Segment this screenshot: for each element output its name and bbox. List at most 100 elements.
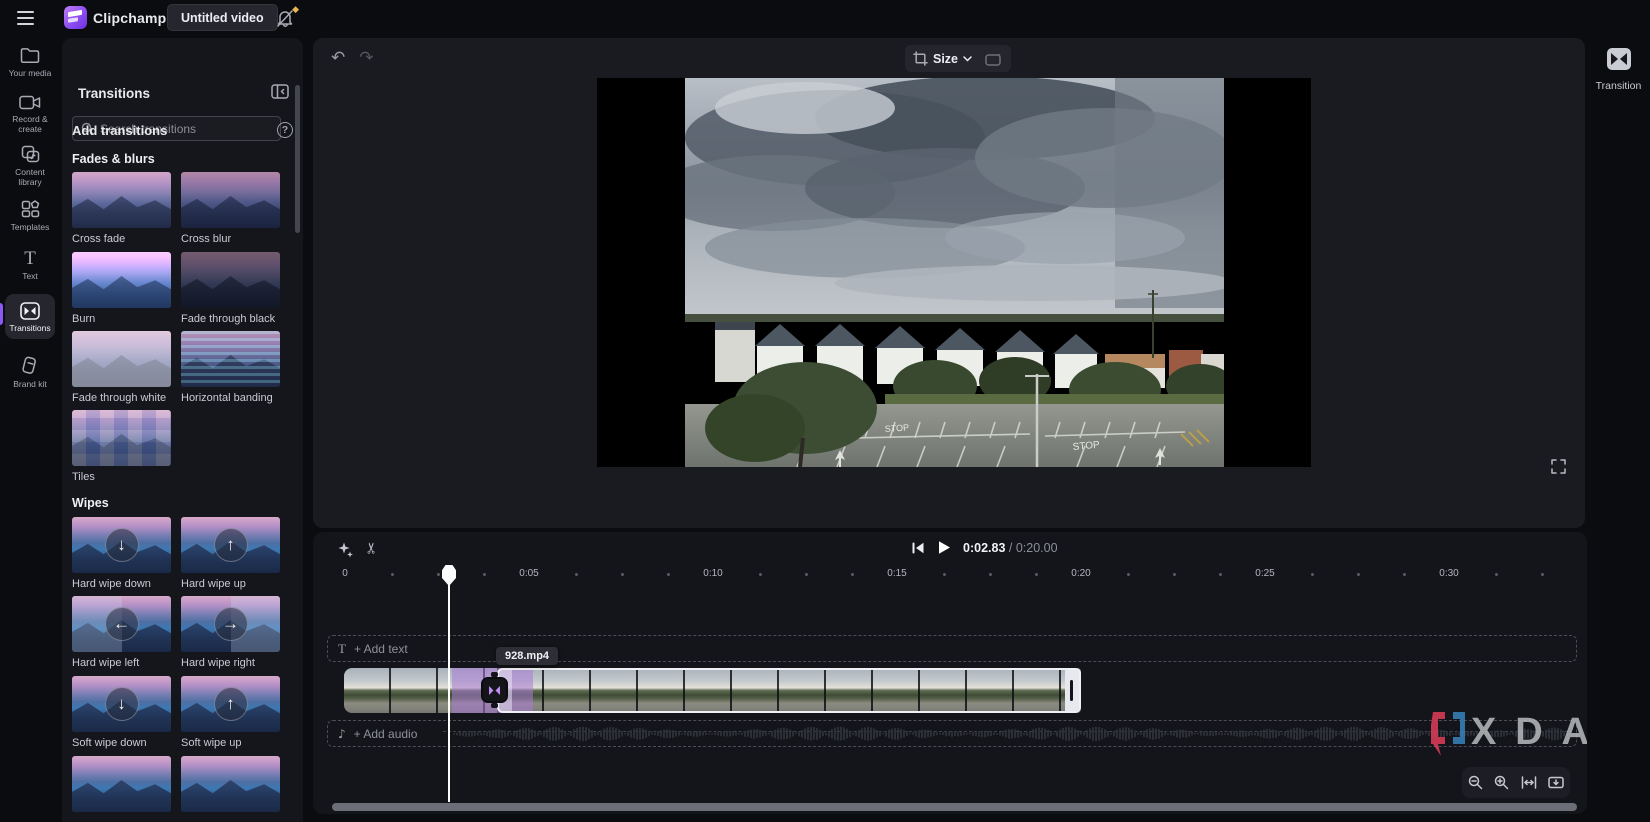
hamburger-menu-icon[interactable] [16, 9, 36, 27]
text-track-icon: T [338, 641, 346, 657]
ruler-tick [989, 573, 992, 576]
fit-timeline-icon[interactable] [1548, 776, 1564, 789]
transition-item-partial[interactable] [72, 756, 171, 812]
transition-item-burn[interactable]: Burn [72, 252, 171, 325]
transition-item-tiles[interactable]: Tiles [72, 410, 171, 483]
transition-label: Hard wipe up [181, 578, 280, 590]
captions-button[interactable] [985, 52, 1003, 66]
transition-item-hard-wipe-left[interactable]: ← Hard wipe left [72, 596, 171, 669]
transition-label: Hard wipe right [181, 657, 280, 669]
transition-item-hard-wipe-down[interactable]: ↓ Hard wipe down [72, 517, 171, 590]
panel-scrollbar[interactable] [295, 85, 300, 233]
wipe-arrow-up-icon: ↑ [214, 687, 248, 721]
ruler-label: 0:25 [1255, 568, 1274, 579]
transition-thumbnail[interactable] [72, 331, 171, 387]
transition-item-soft-wipe-up[interactable]: ↑ Soft wipe up [181, 676, 280, 749]
sidebar-item-brand-kit[interactable]: Brand kit [3, 356, 57, 389]
video-clip-selected[interactable] [497, 668, 1081, 713]
transition-thumbnail-partial[interactable] [72, 756, 171, 812]
ruler-label: 0 [342, 568, 348, 579]
undo-button[interactable]: ↶ [331, 48, 345, 68]
transition-label: Tiles [72, 471, 171, 483]
wipe-arrow-up-icon: ↑ [214, 528, 248, 562]
xda-text: XDA [1471, 711, 1587, 753]
text-icon: T [3, 250, 57, 268]
sidebar-label: Content library [3, 167, 57, 187]
transition-thumbnail[interactable] [72, 410, 171, 466]
timeline-ruler[interactable]: 00:050:100:150:200:250:30 [313, 566, 1587, 584]
sidebar-item-templates[interactable]: Templates [3, 199, 57, 232]
timeline-horizontal-scrollbar[interactable] [332, 803, 1577, 811]
transition-item-fade-through-black[interactable]: Fade through black [181, 252, 280, 325]
transitions-panel: Transitions Add transitions ? Fades & bl… [62, 38, 303, 822]
tab-transition[interactable]: Transition [1587, 48, 1650, 92]
ruler-tick [851, 573, 854, 576]
zoom-out-icon[interactable] [1468, 775, 1483, 790]
skip-to-start-button[interactable] [911, 541, 925, 555]
clip-trim-handle-right[interactable] [1065, 670, 1079, 711]
transition-item-horizontal-banding[interactable]: Horizontal banding [181, 331, 280, 404]
transition-thumbnail[interactable] [72, 172, 171, 228]
notifications-off-icon[interactable]: ◆ [274, 7, 298, 29]
transition-thumbnail[interactable] [181, 331, 280, 387]
transition-thumbnail[interactable] [181, 252, 280, 308]
svg-text:STOP: STOP [884, 422, 909, 434]
panel-title: Transitions [78, 86, 150, 101]
transition-thumbnail[interactable]: ↓ [72, 517, 171, 573]
transition-thumbnail[interactable]: ↑ [181, 676, 280, 732]
transport-controls: 0:02.83 / 0:20.00 [911, 540, 1058, 555]
transition-chip-icon[interactable] [481, 677, 508, 703]
ruler-tick [1495, 573, 1498, 576]
ruler-label: 0:10 [703, 568, 722, 579]
ruler-tick [1357, 573, 1360, 576]
transition-item-partial[interactable] [181, 756, 280, 812]
group-title-wipes: Wipes [72, 496, 109, 510]
collapse-panel-icon[interactable] [271, 84, 289, 104]
transition-thumbnail[interactable]: → [181, 596, 280, 652]
transition-thumbnail[interactable]: ↑ [181, 517, 280, 573]
fit-to-width-icon[interactable] [1521, 776, 1537, 789]
transition-item-soft-wipe-down[interactable]: ↓ Soft wipe down [72, 676, 171, 749]
size-toolbar: Size [905, 45, 1011, 72]
transition-label: Soft wipe up [181, 737, 280, 749]
wipe-arrow-down-icon: ↓ [105, 687, 139, 721]
top-bar: Clipchamp Untitled video ◆ ◆ Upgrade Exp… [0, 0, 1650, 36]
transition-item-hard-wipe-right[interactable]: → Hard wipe right [181, 596, 280, 669]
sidebar-item-content-library[interactable]: Content library [3, 144, 57, 187]
suggestions-sparkle-icon[interactable] [337, 541, 354, 563]
size-dropdown[interactable]: Size [933, 52, 958, 66]
ruler-tick [1311, 573, 1314, 576]
sidebar-item-record-create[interactable]: Record & create [3, 94, 57, 134]
sidebar-item-your-media[interactable]: Your media [3, 46, 57, 78]
video-frame[interactable]: STOP STOP [685, 78, 1224, 467]
timeline-zoom-controls [1462, 767, 1570, 798]
sidebar-item-text[interactable]: T Text [3, 250, 57, 281]
transition-item-hard-wipe-up[interactable]: ↑ Hard wipe up [181, 517, 280, 590]
clipchamp-logo-icon[interactable] [64, 6, 87, 29]
transition-item-fade-through-white[interactable]: Fade through white [72, 331, 171, 404]
ruler-tick [1035, 573, 1038, 576]
playhead-line[interactable] [448, 565, 450, 802]
fullscreen-icon[interactable] [1551, 459, 1566, 479]
transition-thumbnail[interactable] [181, 172, 280, 228]
zoom-in-icon[interactable] [1494, 775, 1509, 790]
ruler-label: 0:20 [1071, 568, 1090, 579]
transition-tab-label: Transition [1587, 80, 1650, 92]
sidebar-label: Brand kit [3, 379, 57, 389]
transition-thumbnail[interactable] [72, 252, 171, 308]
transition-label: Horizontal banding [181, 392, 280, 404]
active-indicator [0, 303, 3, 325]
ruler-tick [805, 573, 808, 576]
transition-thumbnail[interactable]: ← [72, 596, 171, 652]
play-button[interactable] [937, 540, 951, 555]
redo-button[interactable]: ↷ [359, 48, 373, 68]
project-title-button[interactable]: Untitled video [167, 4, 278, 31]
split-scissors-icon[interactable]: ✂ [362, 542, 380, 555]
transition-item-cross-blur[interactable]: Cross blur [181, 172, 280, 245]
add-text-label: + Add text [354, 642, 408, 656]
sidebar-item-transitions[interactable]: Transitions [5, 294, 55, 339]
help-circle-icon[interactable]: ? [277, 122, 293, 138]
transition-thumbnail-partial[interactable] [181, 756, 280, 812]
transition-item-cross-fade[interactable]: Cross fade [72, 172, 171, 245]
transition-thumbnail[interactable]: ↓ [72, 676, 171, 732]
